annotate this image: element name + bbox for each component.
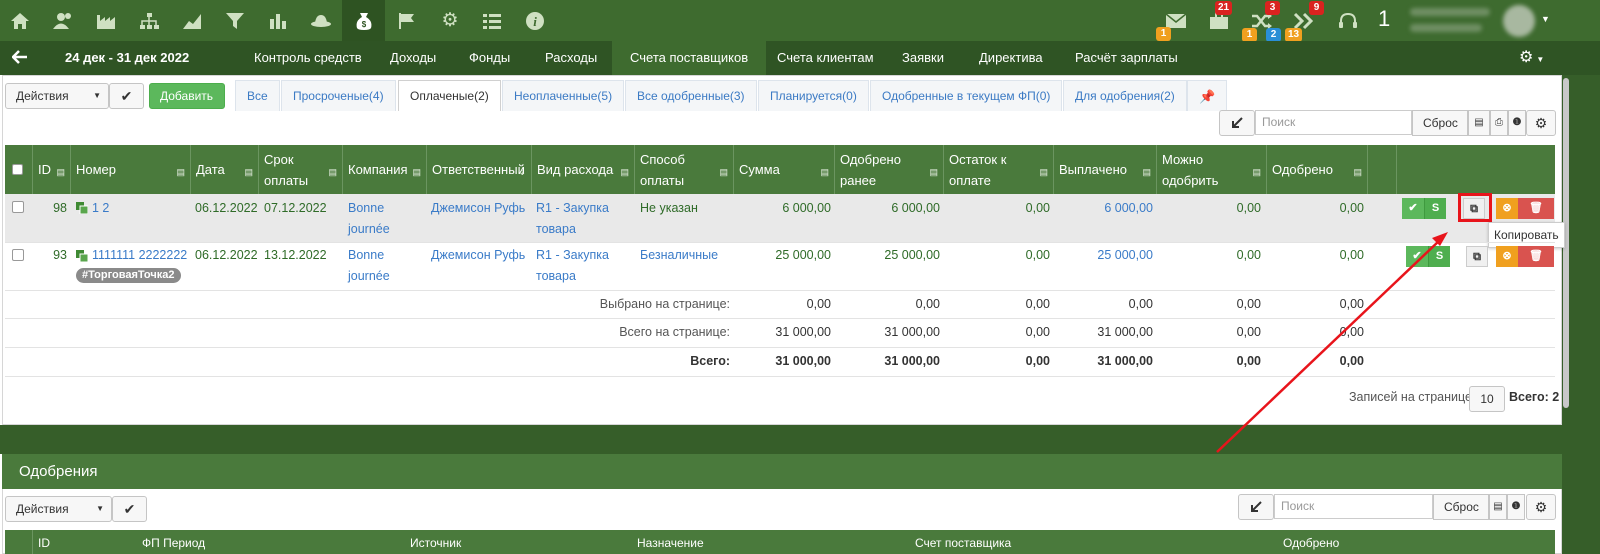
annotation-arrow xyxy=(1216,232,1448,453)
